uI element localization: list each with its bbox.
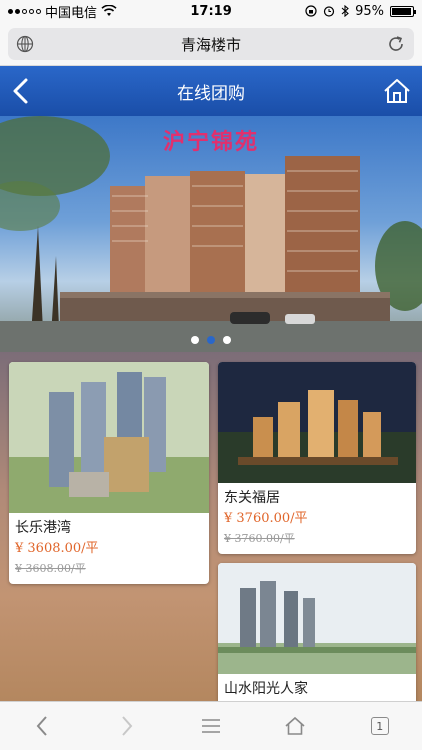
banner-carousel[interactable]: 沪宁锦苑 bbox=[0, 116, 422, 352]
listing-name: 山水阳光人家 bbox=[224, 681, 308, 697]
listing-price: ¥ 3760.00/平 bbox=[224, 511, 308, 526]
reload-icon[interactable] bbox=[386, 34, 406, 54]
chevron-left-icon bbox=[36, 716, 47, 736]
carousel-dot[interactable] bbox=[207, 336, 215, 344]
browser-home-button[interactable] bbox=[275, 706, 315, 746]
clock: 17:19 bbox=[190, 3, 232, 19]
signal-strength-icon bbox=[8, 8, 41, 14]
carrier-label: 中国电信 bbox=[45, 5, 98, 21]
listing-old-price: ¥ 3760.00/平 bbox=[224, 532, 295, 545]
globe-icon[interactable] bbox=[16, 35, 34, 53]
orientation-lock-icon bbox=[305, 5, 317, 17]
browser-url-bar: 青海楼市 bbox=[0, 22, 422, 66]
carousel-dot[interactable] bbox=[223, 336, 231, 344]
home-icon bbox=[285, 716, 305, 735]
battery-percent: 95% bbox=[355, 3, 384, 19]
browser-forward-button[interactable] bbox=[107, 706, 147, 746]
carousel-dot[interactable] bbox=[191, 336, 199, 344]
listing-price: ¥ 3608.00/平 bbox=[15, 541, 99, 556]
listing-name: 长乐港湾 bbox=[15, 520, 71, 536]
listing-card[interactable]: 东关福居 ¥ 3760.00/平 ¥ 3760.00/平 bbox=[218, 362, 416, 554]
carousel-indicator bbox=[0, 336, 422, 344]
browser-back-button[interactable] bbox=[22, 706, 62, 746]
tabs-button[interactable]: 1 bbox=[360, 706, 400, 746]
page-title: 青海楼市 bbox=[180, 35, 241, 54]
bluetooth-icon bbox=[341, 5, 349, 17]
status-right: 95% bbox=[305, 3, 416, 19]
menu-button[interactable] bbox=[191, 706, 231, 746]
listing-grid: 长乐港湾 ¥ 3608.00/平 ¥ 3608.00/平 东关福居 ¥ 3760… bbox=[0, 352, 422, 701]
listing-image bbox=[218, 563, 416, 674]
listing-image bbox=[9, 362, 209, 513]
listing-name: 东关福居 bbox=[224, 490, 280, 506]
banner-title: 沪宁锦苑 bbox=[162, 129, 259, 155]
tabs-icon: 1 bbox=[370, 717, 389, 735]
listing-card[interactable]: 山水阳光人家 bbox=[218, 563, 416, 701]
status-left: 中国电信 bbox=[8, 2, 117, 21]
status-bar: 中国电信 17:19 95% bbox=[0, 0, 422, 22]
header-title: 在线团购 bbox=[177, 83, 245, 104]
listing-card[interactable]: 长乐港湾 ¥ 3608.00/平 ¥ 3608.00/平 bbox=[9, 362, 209, 584]
app-header: 在线团购 bbox=[0, 66, 422, 116]
chevron-right-icon bbox=[121, 716, 132, 736]
listing-image bbox=[218, 362, 416, 483]
listing-old-price: ¥ 3608.00/平 bbox=[15, 562, 86, 575]
wifi-icon bbox=[101, 5, 117, 16]
battery-icon bbox=[390, 5, 416, 17]
menu-icon bbox=[201, 719, 220, 733]
tabs-count: 1 bbox=[376, 719, 384, 733]
alarm-icon bbox=[323, 6, 335, 17]
browser-toolbar: 1 bbox=[0, 701, 422, 750]
home-button[interactable] bbox=[382, 76, 412, 106]
address-field[interactable]: 青海楼市 bbox=[8, 28, 414, 60]
back-button[interactable] bbox=[8, 77, 36, 105]
